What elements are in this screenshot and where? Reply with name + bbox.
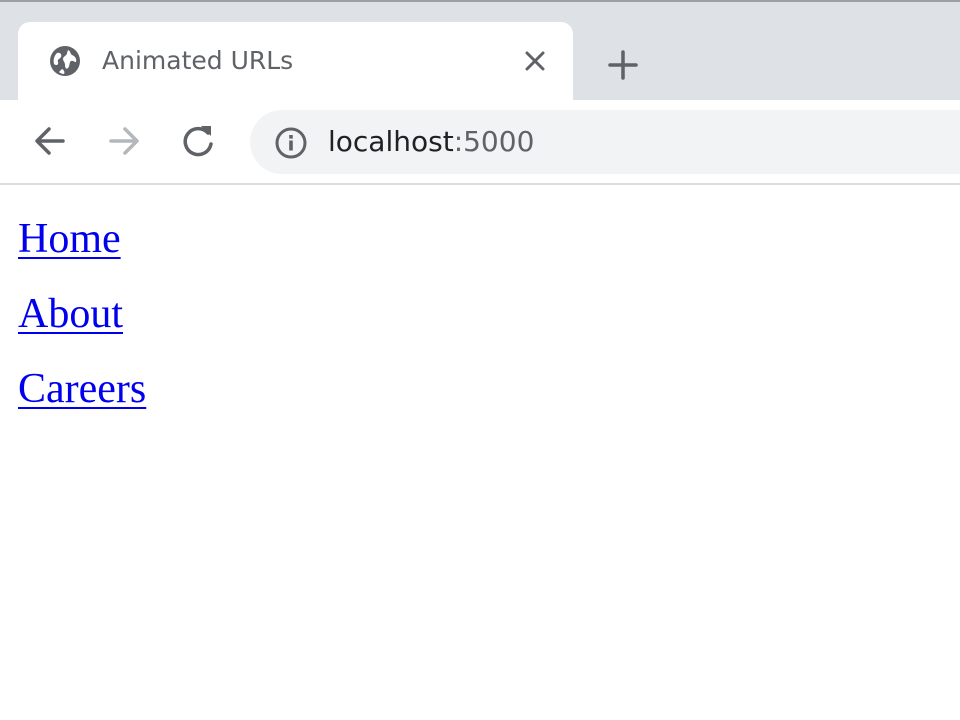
url-text[interactable]: localhost:5000 bbox=[328, 122, 534, 162]
home-link[interactable]: Home bbox=[18, 202, 146, 277]
url-host: localhost bbox=[328, 125, 454, 158]
plus-icon[interactable] bbox=[604, 46, 642, 84]
info-icon[interactable] bbox=[274, 126, 308, 160]
browser-window: Animated URLs localhost:5000 Home About … bbox=[0, 0, 960, 720]
tab-active[interactable]: Animated URLs bbox=[18, 22, 573, 102]
careers-link[interactable]: Careers bbox=[18, 352, 146, 427]
arrow-right-icon[interactable] bbox=[103, 120, 145, 162]
tab-title: Animated URLs bbox=[102, 46, 294, 75]
tab-strip: Animated URLs bbox=[0, 2, 960, 102]
arrow-left-icon[interactable] bbox=[29, 120, 71, 162]
globe-icon bbox=[48, 44, 82, 78]
reload-icon[interactable] bbox=[177, 120, 219, 162]
nav-links: Home About Careers bbox=[18, 202, 146, 427]
about-link[interactable]: About bbox=[18, 277, 146, 352]
close-icon[interactable] bbox=[520, 46, 550, 76]
toolbar: localhost:5000 bbox=[0, 100, 960, 183]
url-port: :5000 bbox=[453, 125, 535, 158]
address-bar[interactable]: localhost:5000 bbox=[250, 110, 960, 174]
page-content: Home About Careers bbox=[0, 185, 960, 720]
